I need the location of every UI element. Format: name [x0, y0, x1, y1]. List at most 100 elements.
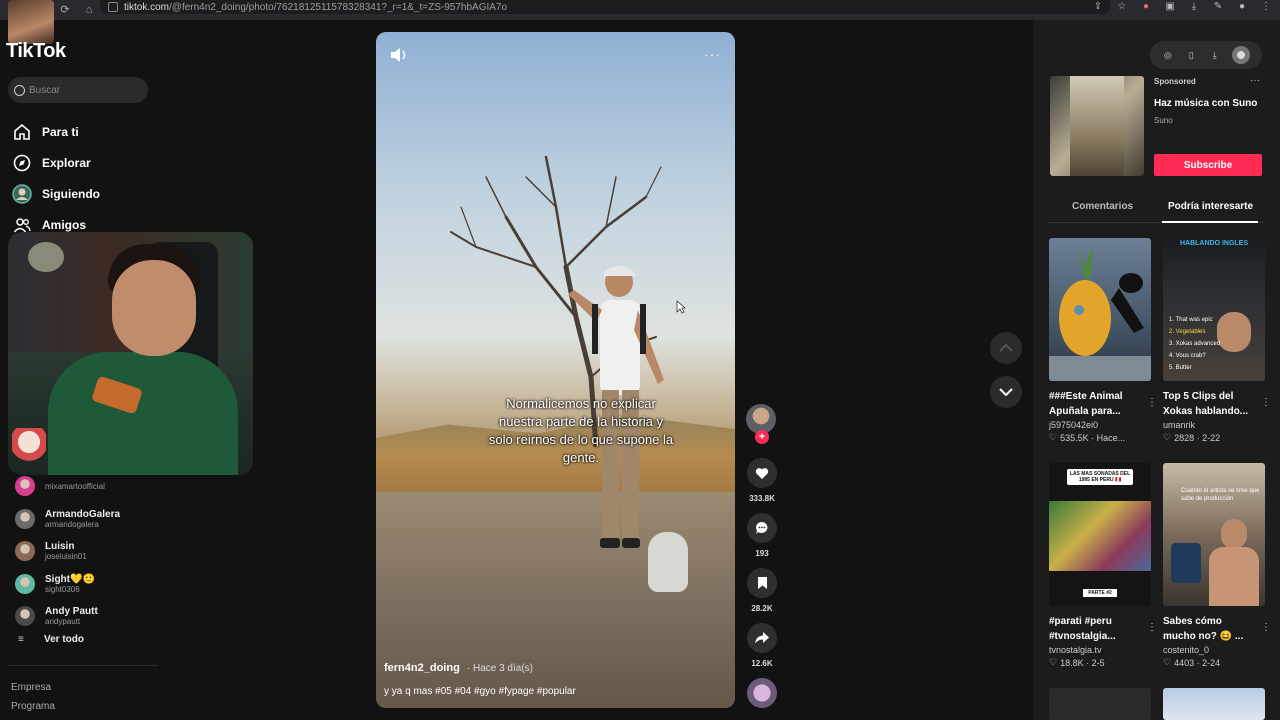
search-input[interactable] — [29, 84, 139, 96]
account-avatar[interactable] — [15, 508, 35, 529]
site-info-icon[interactable] — [108, 2, 118, 12]
ad-thumbnail[interactable] — [1050, 76, 1144, 176]
thumb-footer-text: PARTE #2 — [1083, 589, 1117, 597]
account-avatar[interactable] — [15, 476, 35, 497]
home-icon[interactable]: ⌂ — [82, 3, 96, 17]
card-more-icon[interactable]: ⋮ — [1261, 397, 1271, 408]
card-thumbnail[interactable] — [1049, 238, 1151, 381]
follow-plus-icon[interactable]: + — [755, 430, 769, 444]
tiktok-logo[interactable]: TikTok — [6, 40, 66, 63]
card-author[interactable]: umanrik — [1163, 420, 1265, 430]
bookmark-icon — [757, 577, 767, 589]
ad-more-icon[interactable]: ··· — [1250, 75, 1260, 86]
card-more-icon[interactable]: ⋮ — [1147, 622, 1157, 633]
card-thumbnail[interactable]: HABLANDO INGLES 1. That was epic 2. Vege… — [1163, 238, 1265, 381]
recommended-card[interactable]: Cuando el artista se cree que sabe de pr… — [1163, 463, 1271, 668]
download-icon[interactable]: ⤓ — [1188, 1, 1200, 13]
card-author[interactable]: j5975042ei0 — [1049, 420, 1151, 430]
account-avatar[interactable] — [15, 573, 35, 594]
video-player[interactable]: ··· Normalicemos no explicar nuestra par… — [376, 32, 735, 708]
card-stats: ♡ 2828 · 2-22 — [1163, 432, 1265, 443]
recommended-card[interactable]: LAS MAS SONADAS DEL 1995 EN PERU 🇵🇪 PART… — [1049, 463, 1157, 668]
profile-icon[interactable]: ● — [1236, 1, 1248, 13]
music-disc-icon[interactable] — [747, 678, 777, 708]
puzzle-icon[interactable]: ▣ — [1164, 1, 1176, 13]
nav-label: Amigos — [42, 217, 87, 232]
account-avatar[interactable] — [15, 541, 35, 562]
volume-icon[interactable] — [390, 48, 408, 62]
browser-extensions: ⇪ ☆ ● ▣ ⤓ ✎ ● ⋮ — [1092, 1, 1272, 13]
card-more-icon[interactable]: ⋮ — [1147, 397, 1157, 408]
recommended-card-partial[interactable] — [1049, 688, 1151, 720]
thumb-top-text: Cuando el artista se cree que sabe de pr… — [1181, 488, 1260, 502]
next-video-button[interactable] — [990, 376, 1022, 408]
recommended-card[interactable]: ###Este Animal Apuñala para... ⋮ j597504… — [1049, 238, 1157, 443]
extension-icon[interactable]: ● — [1140, 1, 1152, 13]
nav-item-para-ti[interactable]: Para ti — [12, 116, 100, 147]
recommended-card[interactable]: HABLANDO INGLES 1. That was epic 2. Vege… — [1163, 238, 1271, 443]
thumb-list-item: 1. That was epic — [1169, 317, 1213, 323]
more-options-icon[interactable]: ··· — [704, 46, 721, 62]
card-thumbnail[interactable]: Cuando el artista se cree que sabe de pr… — [1163, 463, 1265, 606]
account-handle: armandogalera — [45, 519, 99, 529]
edit-icon[interactable]: ✎ — [1212, 1, 1224, 13]
footer-link[interactable]: Empresa — [11, 678, 55, 697]
account-avatar[interactable] — [15, 606, 35, 627]
download-icon[interactable]: ⤓ — [1209, 49, 1221, 61]
video-author[interactable]: fern4n2_doing — [384, 662, 460, 674]
nav-label: Para ti — [42, 124, 79, 139]
following-account[interactable]: Andy Pautt andypautt — [15, 600, 120, 633]
nav-item-siguiendo[interactable]: Siguiendo — [12, 178, 100, 209]
card-thumbnail[interactable]: LAS MAS SONADAS DEL 1995 EN PERU 🇵🇪 PART… — [1049, 463, 1151, 606]
divider — [8, 665, 158, 666]
heart-icon: ♡ — [1163, 657, 1172, 667]
bookmark-star-icon[interactable]: ☆ — [1116, 1, 1128, 13]
card-stats-text: 18.8K · 2-5 — [1060, 657, 1105, 668]
card-title[interactable]: #parati #peru #tvnostalgia... — [1049, 614, 1141, 644]
footer-link[interactable]: Programa — [11, 697, 55, 716]
see-all-label: Ver todo — [44, 634, 85, 645]
video-time: · Hace 3 día(s) — [466, 663, 533, 674]
comment-button[interactable]: 193 — [746, 513, 778, 558]
following-account[interactable]: Luisin joseluisin01 — [15, 535, 120, 568]
list-icon: ≡ — [18, 634, 24, 645]
nav-item-explorar[interactable]: Explorar — [12, 147, 100, 178]
phone-icon[interactable]: ▯ — [1185, 49, 1197, 61]
save-button[interactable]: 28.2K — [746, 568, 778, 613]
recommended-card-partial[interactable] — [1163, 688, 1265, 720]
address-bar[interactable]: tiktok.com /@fern4n2_doing/photo/7621812… — [100, 0, 1110, 14]
profile-avatar[interactable] — [1232, 46, 1251, 64]
compass-icon[interactable]: ◎ — [1162, 49, 1174, 61]
search-box[interactable] — [8, 77, 148, 103]
card-title[interactable]: ###Este Animal Apuñala para... — [1049, 389, 1141, 419]
heart-icon: ♡ — [1163, 432, 1172, 442]
reload-icon[interactable]: ⟳ — [58, 3, 72, 17]
card-author[interactable]: costenito_0 — [1163, 645, 1265, 655]
ad-title[interactable]: Haz música con Suno — [1154, 98, 1257, 109]
thumb-banner-text: LAS MAS SONADAS DEL 1995 EN PERU 🇵🇪 — [1067, 469, 1133, 485]
streamer-overlay-avatar — [8, 0, 54, 44]
save-count: 28.2K — [751, 604, 773, 613]
cat-image — [648, 532, 688, 592]
tab-comentarios[interactable]: Comentarios — [1072, 201, 1133, 212]
card-title[interactable]: Sabes cómo mucho no? 😆 ... — [1163, 614, 1255, 644]
card-more-icon[interactable]: ⋮ — [1261, 622, 1271, 633]
nav-label: Siguiendo — [42, 186, 100, 201]
share-button[interactable]: 12.6K — [746, 623, 778, 668]
like-button[interactable]: 333.8K — [746, 458, 778, 503]
subscribe-button[interactable]: Subscribe — [1154, 154, 1262, 176]
card-title[interactable]: Top 5 Clips del Xokas hablando... — [1163, 389, 1255, 419]
account-handle: joseluisin01 — [45, 552, 87, 562]
card-author[interactable]: tvnostalgia.tv — [1049, 645, 1151, 655]
tab-podria-interesarte[interactable]: Podría interesarte — [1168, 201, 1253, 212]
menu-icon[interactable]: ⋮ — [1260, 1, 1272, 13]
share-icon[interactable]: ⇪ — [1092, 1, 1104, 13]
comment-icon — [756, 522, 768, 534]
mascot-sticker — [12, 428, 46, 468]
following-account[interactable]: mixamartoofficial — [15, 470, 120, 503]
microphone — [28, 242, 64, 272]
following-account[interactable]: ArmandoGalera armandogalera — [15, 503, 120, 536]
previous-video-button[interactable] — [990, 332, 1022, 364]
following-account[interactable]: Sight💛🙂 sight0306 — [15, 568, 120, 601]
see-all-link[interactable]: ≡ Ver todo — [18, 634, 84, 645]
